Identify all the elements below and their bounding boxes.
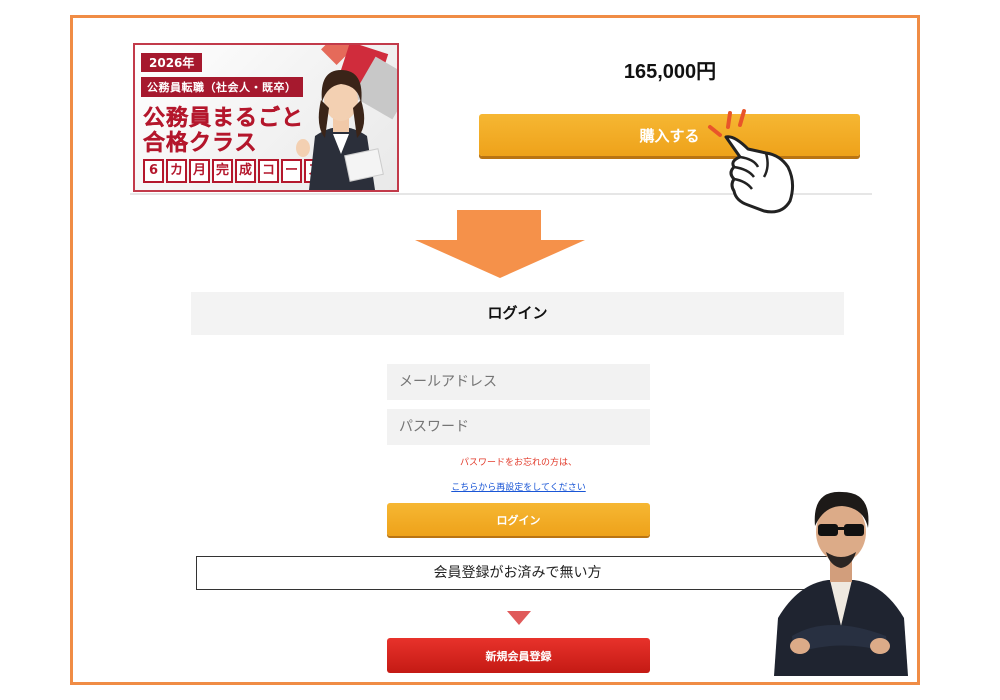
course-char: コ [258,159,279,183]
banner-title-line2: 合格クラス [143,131,258,156]
chevron-down-icon [507,611,531,625]
banner-year: 2026年 [141,53,203,72]
course-banner: 2026年 公務員転職（社会人・既卒） 公務員まるごと 合格クラス 6 カ 月 … [133,43,399,192]
presenter-illustration [774,491,908,676]
product-price: 165,000円 [623,61,717,83]
email-input[interactable] [387,364,650,400]
login-heading: ログイン [191,292,844,335]
pointing-hand-icon [708,109,795,214]
course-char: 成 [235,159,256,183]
course-char: 完 [212,159,233,183]
reset-password-link[interactable]: こちらから再設定をしてください [387,480,650,493]
banner-subtitle: 公務員転職（社会人・既卒） [141,77,303,97]
course-char: 6 [143,159,164,183]
register-button[interactable]: 新規会員登録 [387,638,650,673]
course-char: カ [166,159,187,183]
not-member-label: 会員登録がお済みで無い方 [196,556,839,590]
login-button[interactable]: ログイン [387,503,650,536]
down-arrow-icon [415,210,585,278]
password-input[interactable] [387,409,650,445]
instructor-photo [296,70,384,190]
course-char: 月 [189,159,210,183]
forgot-password-text: パスワードをお忘れの方は、 [459,458,577,468]
